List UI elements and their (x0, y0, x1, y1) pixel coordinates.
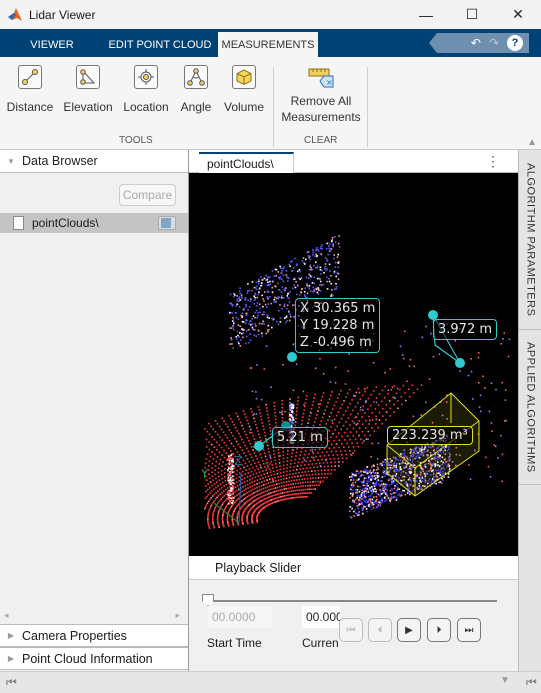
remove-all-label: Remove All Measurements (281, 94, 361, 124)
distance-marker (455, 358, 465, 368)
title-bar: Lidar Viewer — ☐ ✕ (0, 0, 541, 29)
z-axis-label: Z (234, 454, 242, 468)
camera-properties-label: Camera Properties (22, 628, 127, 643)
distance-measurement-label-2: 5.21 m (272, 427, 328, 448)
last-frame-button[interactable]: ⏭ (457, 618, 481, 642)
point-cloud-name: pointClouds\ (32, 216, 99, 230)
window-title: Lidar Viewer (29, 7, 96, 22)
toolstrip-tabs: VIEWER EDIT POINT CLOUD MEASUREMENTS ↶ ↷… (0, 29, 541, 57)
close-button[interactable]: ✕ (495, 0, 541, 29)
distance-tool-button[interactable]: Distance (4, 65, 56, 115)
x-axis-label: X (264, 460, 272, 474)
quick-access-bar: ↶ ↷ ? (429, 33, 529, 53)
start-time-label: Start Time (207, 636, 262, 650)
data-browser-panel: ▼ Data Browser Compare pointClouds\ ◂ ▸ ▶… (0, 150, 189, 693)
horizontal-scrollbar[interactable]: ◂ ▸ (0, 610, 188, 624)
expand-icon: ▶ (7, 654, 15, 663)
angle-label: Angle (180, 100, 212, 114)
remove-all-measurements-button[interactable]: × Remove All Measurements (276, 67, 366, 125)
volume-tool-button[interactable]: Volume (220, 65, 268, 115)
elevation-icon (76, 65, 100, 89)
tools-group-label: TOOLS (119, 135, 153, 146)
volume-measurement-label: 223.239 m³ (387, 426, 473, 445)
collapse-icon: ▼ (7, 156, 15, 166)
point-cloud-information-label: Point Cloud Information (22, 651, 153, 666)
status-bar: ⏮ ▼ ⏮ (0, 671, 541, 693)
point-cloud-list-item[interactable]: pointClouds\ (0, 213, 188, 233)
location-label: Location (123, 100, 169, 114)
point-cloud-information-section[interactable]: ▶ Point Cloud Information (0, 647, 188, 670)
distance-measurement-label-1: 3.972 m (433, 319, 498, 340)
angle-icon (184, 65, 208, 89)
playback-header: Playback Slider (189, 556, 518, 580)
remove-measurements-icon: × (308, 68, 334, 88)
expand-down-icon[interactable]: ▼ (500, 675, 510, 686)
point-cloud-color-picker[interactable] (158, 216, 176, 230)
volume-label: Volume (223, 100, 265, 114)
distance-marker (254, 441, 264, 451)
distance-icon (18, 65, 42, 89)
undo-icon[interactable]: ↶ (471, 36, 481, 50)
help-icon[interactable]: ? (507, 35, 523, 51)
playback-slider-thumb[interactable] (202, 594, 214, 606)
first-frame-button[interactable]: ⏮ (339, 618, 363, 642)
point-cloud-checkbox[interactable] (13, 216, 24, 230)
data-browser-header[interactable]: ▼ Data Browser (0, 150, 188, 173)
current-time-field[interactable]: 00.000 (302, 606, 340, 628)
playback-panel: Playback Slider 00.0000 00.000 Start Tim… (189, 556, 518, 671)
document-tab[interactable]: pointClouds\ (199, 152, 294, 173)
location-icon (134, 65, 158, 89)
playback-slider-track[interactable] (209, 600, 497, 602)
angle-tool-button[interactable]: Angle (175, 65, 217, 115)
collapse-ribbon-icon[interactable]: ▲ (527, 137, 537, 148)
play-button[interactable]: ▶ (397, 618, 421, 642)
next-frame-button[interactable]: ⏵ (427, 618, 451, 642)
minimize-button[interactable]: — (403, 0, 449, 29)
tab-viewer[interactable]: VIEWER (18, 32, 86, 57)
redo-icon[interactable]: ↷ (489, 36, 499, 50)
collapse-right-icon[interactable]: ⏮ (526, 675, 537, 690)
ribbon-separator (367, 67, 368, 147)
clear-group-label: CLEAR (304, 135, 338, 146)
location-marker (287, 352, 297, 362)
applied-algorithms-tab[interactable]: APPLIED ALGORITHMS (519, 330, 541, 485)
compare-button[interactable]: Compare (119, 184, 176, 206)
expand-icon: ▶ (7, 631, 15, 640)
point-cloud-viewer[interactable]: Y Z X X 30.365 m Y 19.228 m Z -0.496 m 3.9… (189, 173, 518, 556)
y-axis-label: Y (200, 467, 209, 481)
elevation-tool-button[interactable]: Elevation (62, 65, 114, 115)
ribbon-separator (273, 67, 274, 147)
current-time-label: Curren (302, 636, 339, 650)
location-tool-button[interactable]: Location (120, 65, 172, 115)
tab-edit-point-cloud[interactable]: EDIT POINT CLOUD (104, 32, 216, 57)
document-tabbar: pointClouds\ ⋮ (189, 150, 518, 173)
volume-icon (232, 65, 256, 89)
previous-frame-button[interactable]: ⏴ (368, 618, 392, 642)
more-options-icon[interactable]: ⋮ (486, 153, 500, 170)
location-measurement-label: X 30.365 m Y 19.228 m Z -0.496 m (295, 298, 381, 353)
maximize-button[interactable]: ☐ (449, 0, 495, 29)
svg-text:×: × (326, 78, 333, 87)
algorithm-parameters-tab[interactable]: ALGORITHM PARAMETERS (519, 150, 541, 330)
camera-properties-section[interactable]: ▶ Camera Properties (0, 624, 188, 647)
ribbon: Distance Elevation Location Angle Volume… (0, 57, 541, 150)
start-time-field[interactable]: 00.0000 (208, 606, 272, 628)
matlab-logo-icon (8, 7, 22, 21)
tab-measurements[interactable]: MEASUREMENTS (218, 32, 318, 57)
point-cloud-points (204, 235, 511, 530)
right-side-panel-rail: ALGORITHM PARAMETERS APPLIED ALGORITHMS (518, 150, 541, 671)
collapse-left-icon[interactable]: ⏮ (6, 675, 17, 690)
data-browser-title: Data Browser (22, 154, 98, 168)
point-cloud-canvas[interactable]: YZ X (189, 173, 518, 556)
elevation-label: Elevation (63, 100, 113, 114)
distance-label: Distance (6, 100, 54, 114)
